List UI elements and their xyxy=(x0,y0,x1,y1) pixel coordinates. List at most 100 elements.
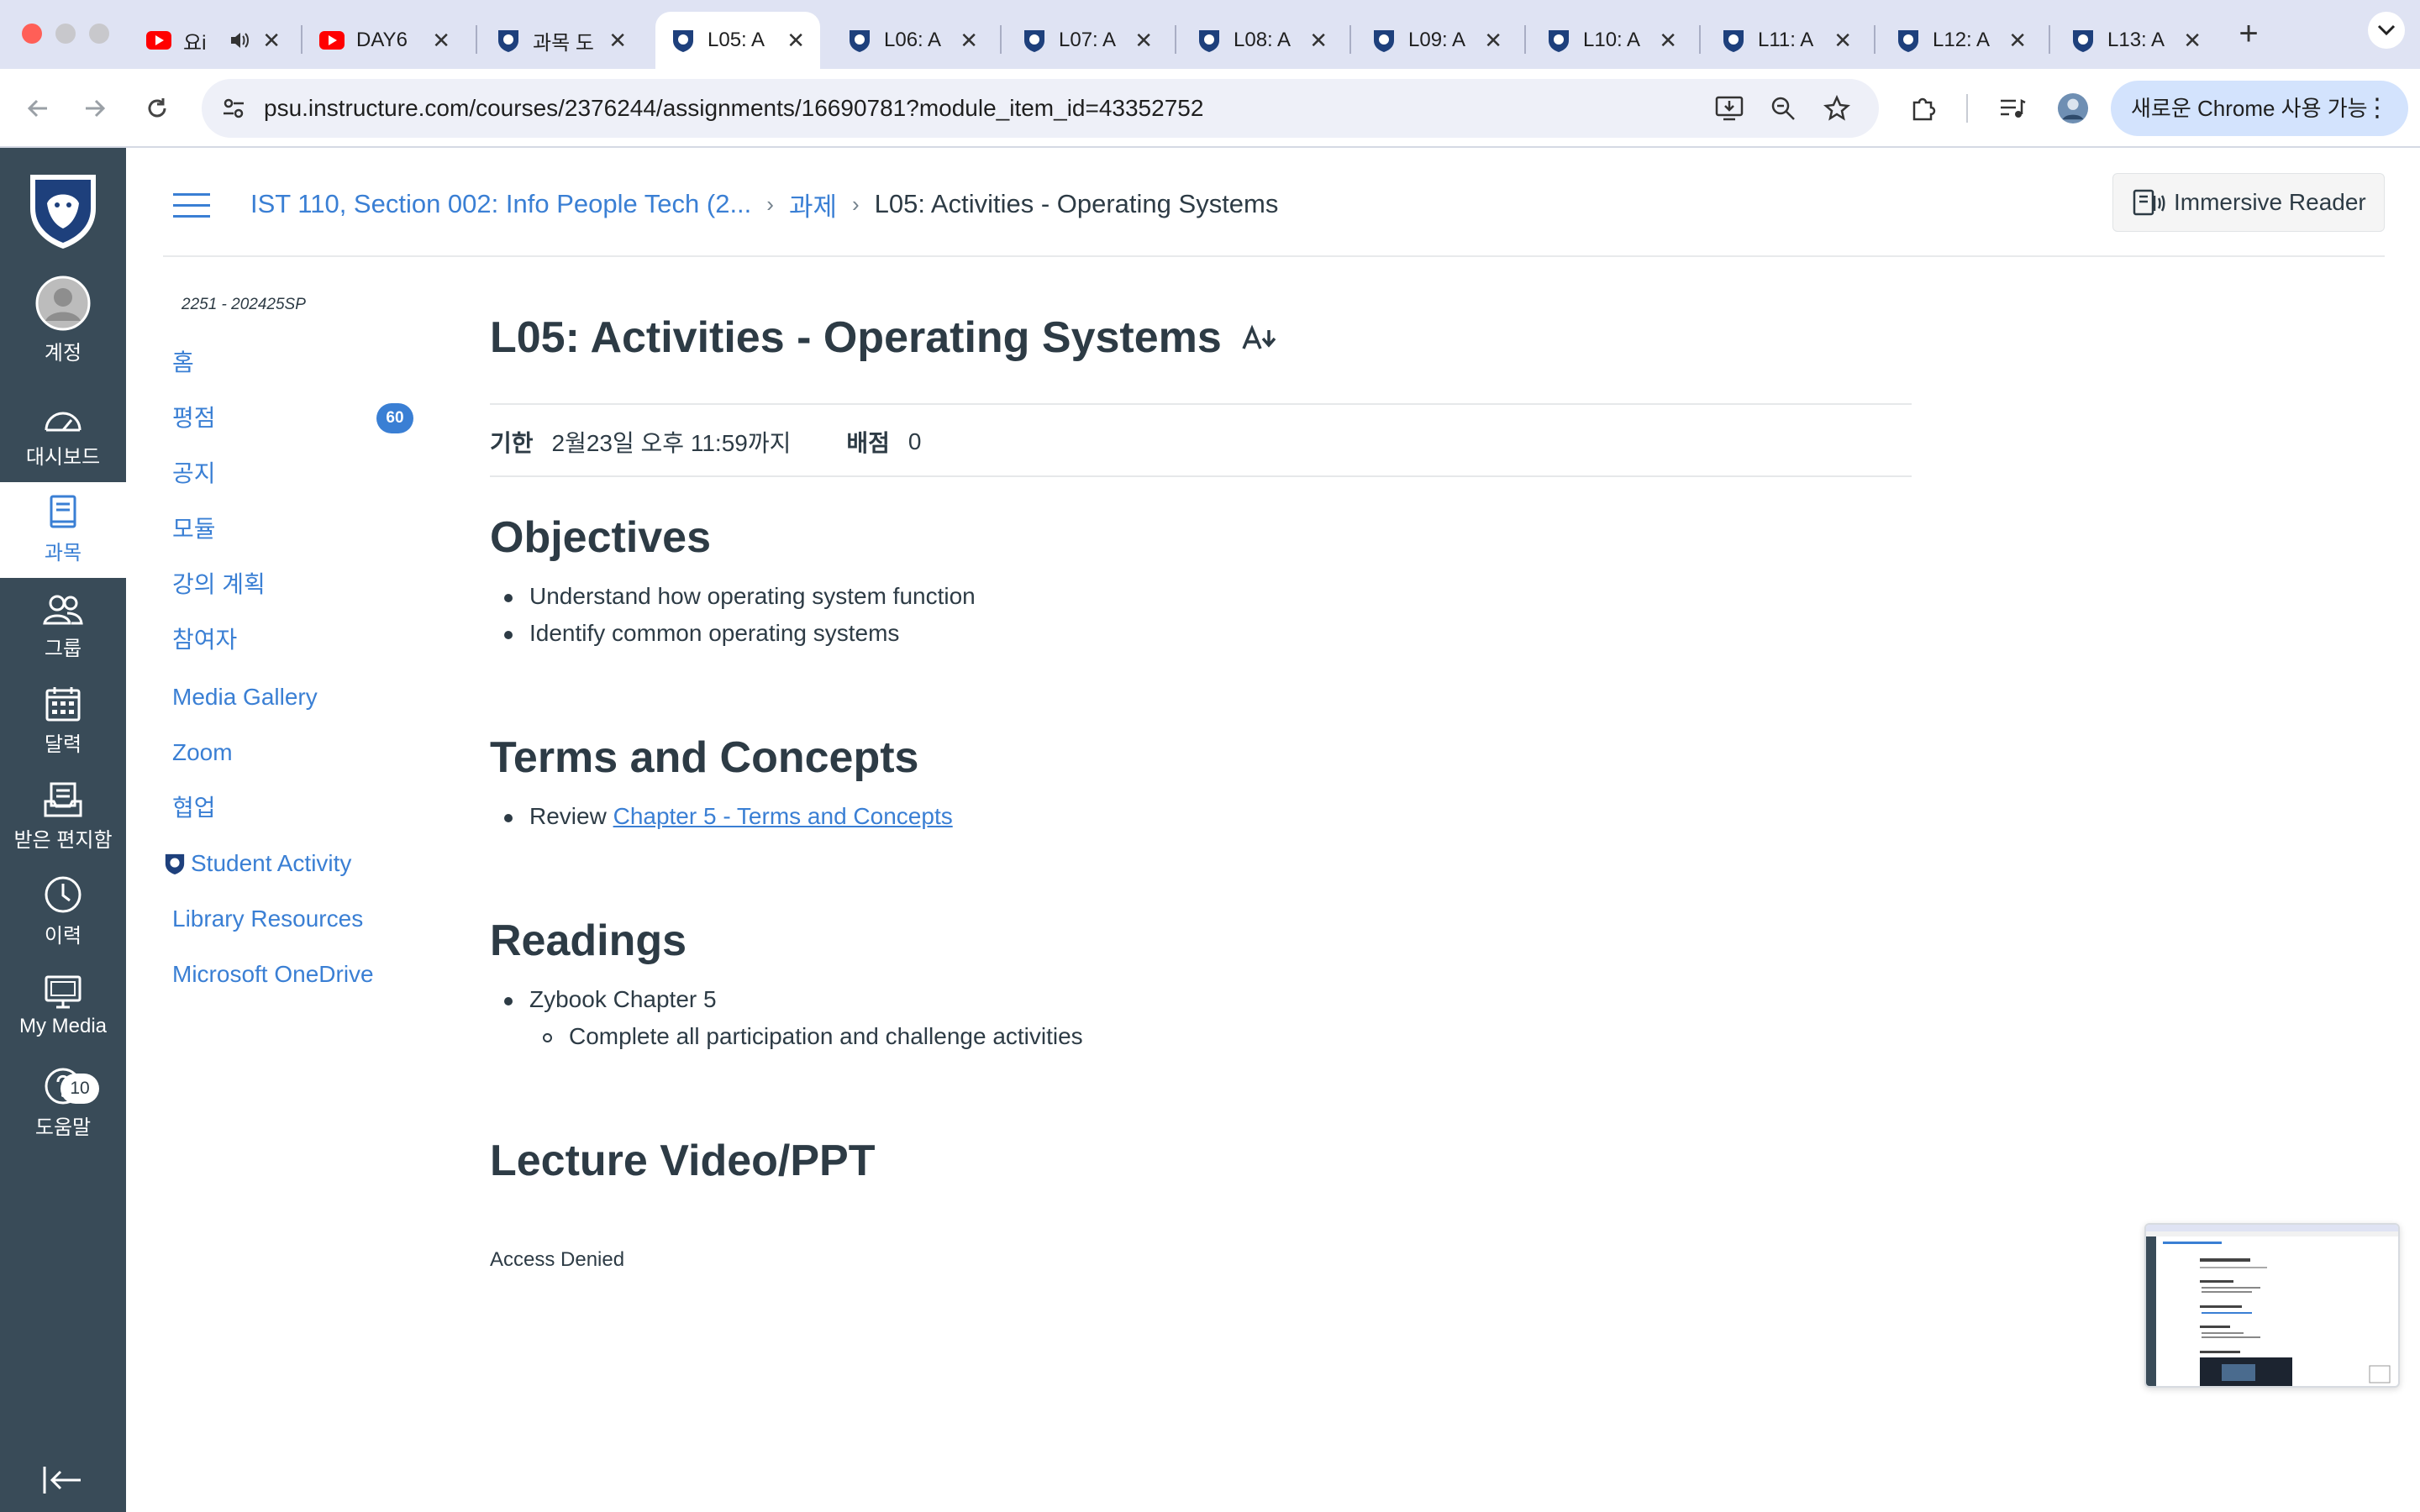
course-nav-modules[interactable]: 모듈 xyxy=(172,512,216,546)
course-nav-zoom[interactable]: Zoom xyxy=(172,736,233,769)
tab-title: L10: A xyxy=(1583,29,1641,51)
tab-close-icon[interactable]: ✕ xyxy=(786,28,805,54)
breadcrumb-assignments-link[interactable]: 과제 xyxy=(789,186,837,223)
browser-tab[interactable]: L07: A ✕ xyxy=(1007,12,1168,69)
browser-tab[interactable]: L12: A ✕ xyxy=(1881,12,2042,69)
psu-shield-icon xyxy=(496,28,521,53)
tab-close-icon[interactable]: ✕ xyxy=(1134,28,1153,54)
reload-button[interactable] xyxy=(136,87,178,129)
chevron-down-icon xyxy=(2377,24,2396,36)
inbox-icon xyxy=(44,782,82,817)
new-tab-button[interactable]: + xyxy=(2232,15,2265,52)
media-controls-icon[interactable] xyxy=(1996,92,2028,124)
browser-tab[interactable]: L13: A ✕ xyxy=(2055,12,2217,69)
global-nav-inbox[interactable]: 받은 편지함 xyxy=(0,769,126,865)
forward-button[interactable] xyxy=(74,87,116,129)
psu-logo[interactable] xyxy=(24,168,103,252)
reload-icon xyxy=(148,98,166,118)
tab-close-icon[interactable]: ✕ xyxy=(262,28,281,54)
student-activity-label: Student Activity xyxy=(191,850,352,876)
tab-close-icon[interactable]: ✕ xyxy=(1833,28,1852,54)
browser-tab[interactable]: 요i ✕ xyxy=(131,12,296,69)
course-nav-collaborations[interactable]: 협업 xyxy=(172,791,216,825)
due-label: 기한 xyxy=(490,430,534,456)
global-nav-courses[interactable]: 과목 xyxy=(0,482,126,578)
assignment-title-row: L05: Activities - Operating Systems xyxy=(490,312,1277,363)
tab-close-icon[interactable]: ✕ xyxy=(608,28,627,54)
tab-close-icon[interactable]: ✕ xyxy=(2183,28,2202,54)
browser-tab[interactable]: L11: A ✕ xyxy=(1706,12,1867,69)
browser-tab[interactable]: L06: A ✕ xyxy=(832,12,993,69)
reading-text: Zybook Chapter 5 xyxy=(529,986,717,1012)
site-settings-icon[interactable] xyxy=(218,93,249,123)
window-maximize-button[interactable] xyxy=(89,24,109,44)
tab-close-icon[interactable]: ✕ xyxy=(1484,28,1502,54)
course-nav-home[interactable]: 홈 xyxy=(172,346,194,380)
course-nav-grades[interactable]: 평점 xyxy=(172,402,216,435)
course-nav-student-activity[interactable]: Student Activity xyxy=(164,847,351,880)
tab-title: L07: A xyxy=(1059,29,1117,51)
access-denied-message: Access Denied xyxy=(490,1248,625,1271)
browser-tab[interactable]: L09: A ✕ xyxy=(1356,12,1518,69)
browser-tab[interactable]: DAY6 ✕ xyxy=(304,12,466,69)
tab-close-icon[interactable]: ✕ xyxy=(1659,28,1677,54)
psu-shield-icon xyxy=(1546,28,1571,53)
psu-shield-icon xyxy=(2070,28,2096,53)
global-nav-dashboard[interactable]: 대시보드 xyxy=(0,386,126,482)
global-nav-account[interactable]: 계정 xyxy=(0,276,126,378)
course-menu-toggle[interactable] xyxy=(173,193,210,218)
header-divider xyxy=(163,255,2385,257)
psu-shield-icon xyxy=(1896,28,1921,53)
collapse-nav-button[interactable] xyxy=(42,1463,84,1497)
global-nav-calendar[interactable]: 달력 xyxy=(0,674,126,769)
tab-close-icon[interactable]: ✕ xyxy=(1309,28,1328,54)
calendar-icon xyxy=(45,687,81,722)
browser-tab[interactable]: 과목 도 ✕ xyxy=(481,12,642,69)
courses-icon xyxy=(50,495,76,528)
global-nav-help[interactable]: 도움말 10 xyxy=(0,1057,126,1152)
url-text: psu.instructure.com/courses/2376244/assi… xyxy=(264,95,1204,121)
speaker-icon[interactable] xyxy=(229,29,250,51)
my-media-icon xyxy=(45,975,82,1009)
tab-close-icon[interactable]: ✕ xyxy=(960,28,978,54)
tab-close-icon[interactable]: ✕ xyxy=(2008,28,2027,54)
immersive-reader-button[interactable]: Immersive Reader xyxy=(2112,173,2385,232)
breadcrumb-course-link[interactable]: IST 110, Section 002: Info People Tech (… xyxy=(250,189,751,219)
course-nav-library-resources[interactable]: Library Resources xyxy=(172,902,363,936)
browser-tab[interactable]: L10: A ✕ xyxy=(1531,12,1692,69)
global-nav-label: 도움말 xyxy=(34,1116,92,1139)
tab-search-button[interactable] xyxy=(2368,12,2405,49)
collapse-left-icon xyxy=(43,1467,81,1494)
browser-tab-active[interactable]: L05: A ✕ xyxy=(655,12,820,69)
global-nav-groups[interactable]: 그룹 xyxy=(0,578,126,674)
chrome-update-button[interactable]: 새로운 Chrome 사용 가능 ⋮ xyxy=(2111,81,2408,136)
install-app-icon[interactable] xyxy=(1714,93,1744,123)
course-nav-syllabus[interactable]: 강의 계획 xyxy=(172,568,266,601)
global-nav-my-media[interactable]: My Media xyxy=(0,961,126,1057)
screenshot-preview-thumbnail[interactable] xyxy=(2144,1223,2400,1388)
zoom-icon[interactable] xyxy=(1768,93,1798,123)
course-nav-onedrive[interactable]: Microsoft OneDrive xyxy=(172,958,374,991)
course-nav-media-gallery[interactable]: Media Gallery xyxy=(172,680,318,714)
global-nav-label: 달력 xyxy=(44,733,82,756)
tab-title: L09: A xyxy=(1408,29,1466,51)
details-divider xyxy=(490,475,1912,477)
profile-avatar-icon[interactable] xyxy=(2057,92,2089,124)
window-close-button[interactable] xyxy=(22,24,42,44)
window-minimize-button[interactable] xyxy=(55,24,76,44)
course-nav-announcements[interactable]: 공지 xyxy=(172,457,216,491)
course-nav-people[interactable]: 참여자 xyxy=(172,623,237,657)
tab-close-icon[interactable]: ✕ xyxy=(432,28,450,54)
browser-tab[interactable]: L08: A ✕ xyxy=(1181,12,1343,69)
objectives-heading: Objectives xyxy=(490,513,712,562)
address-bar[interactable]: psu.instructure.com/courses/2376244/assi… xyxy=(202,79,1879,138)
global-nav-history[interactable]: 이력 xyxy=(0,865,126,961)
back-button[interactable] xyxy=(17,87,59,129)
bookmark-star-icon[interactable] xyxy=(1822,93,1852,123)
extensions-icon[interactable] xyxy=(1907,92,1939,124)
tab-title: L12: A xyxy=(1933,29,1991,51)
tab-title: L08: A xyxy=(1234,29,1292,51)
arrow-left-icon xyxy=(27,99,47,118)
chapter-terms-link[interactable]: Chapter 5 - Terms and Concepts xyxy=(613,803,953,829)
text-download-icon[interactable] xyxy=(1242,323,1277,352)
